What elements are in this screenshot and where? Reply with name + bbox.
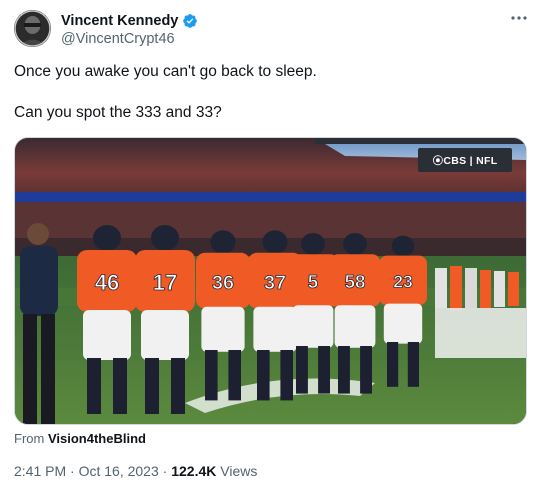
tweet-text: Once you awake you can't go back to slee…	[14, 62, 531, 123]
display-name[interactable]: Vincent Kennedy	[61, 13, 178, 29]
jersey-number: 23	[393, 272, 413, 292]
jersey-number: 17	[153, 270, 177, 295]
views-label: Views	[216, 463, 258, 479]
cbs-nfl-scorebug: ⦿CBS | NFL	[418, 148, 512, 172]
author-handle[interactable]: @VincentCrypt46	[61, 31, 198, 47]
author-names: Vincent Kennedy @VincentCrypt46	[61, 12, 198, 47]
tweet-text-line-1: Once you awake you can't go back to slee…	[14, 63, 317, 80]
video-source: From Vision4theBlind	[14, 431, 146, 446]
tweet-date[interactable]: Oct 16, 2023	[79, 463, 159, 479]
tweet-video[interactable]: 46 17 36 37 5 58 23 ⦿CBS | NFL	[14, 137, 527, 425]
views-count: 122.4K	[171, 463, 217, 479]
avatar[interactable]	[14, 10, 51, 47]
jersey-number: 36	[212, 272, 234, 294]
video-source-prefix: From	[14, 431, 48, 446]
jersey-number: 37	[264, 272, 286, 294]
video-source-link[interactable]: Vision4theBlind	[48, 431, 146, 446]
jersey-number: 58	[345, 271, 366, 292]
jersey-number: 5	[308, 271, 318, 292]
more-options-icon[interactable]	[509, 12, 529, 28]
jersey-number: 46	[95, 270, 119, 295]
verified-badge-icon	[182, 13, 198, 29]
tweet-time[interactable]: 2:41 PM	[14, 463, 66, 479]
stadium-scene-image: 46 17 36 37 5 58 23	[15, 138, 526, 424]
tweet-text-line-2: Can you spot the 333 and 33?	[14, 104, 222, 121]
tweet-meta: 2:41 PM · Oct 16, 2023 · 122.4K Views	[14, 463, 257, 479]
meta-separator-1: ·	[66, 463, 79, 479]
display-name-row: Vincent Kennedy	[61, 12, 198, 30]
tweet-header: Vincent Kennedy @VincentCrypt46	[14, 10, 531, 50]
meta-separator-2: ·	[158, 463, 172, 479]
tweet-card: Vincent Kennedy @VincentCrypt46 Once you…	[0, 0, 545, 492]
